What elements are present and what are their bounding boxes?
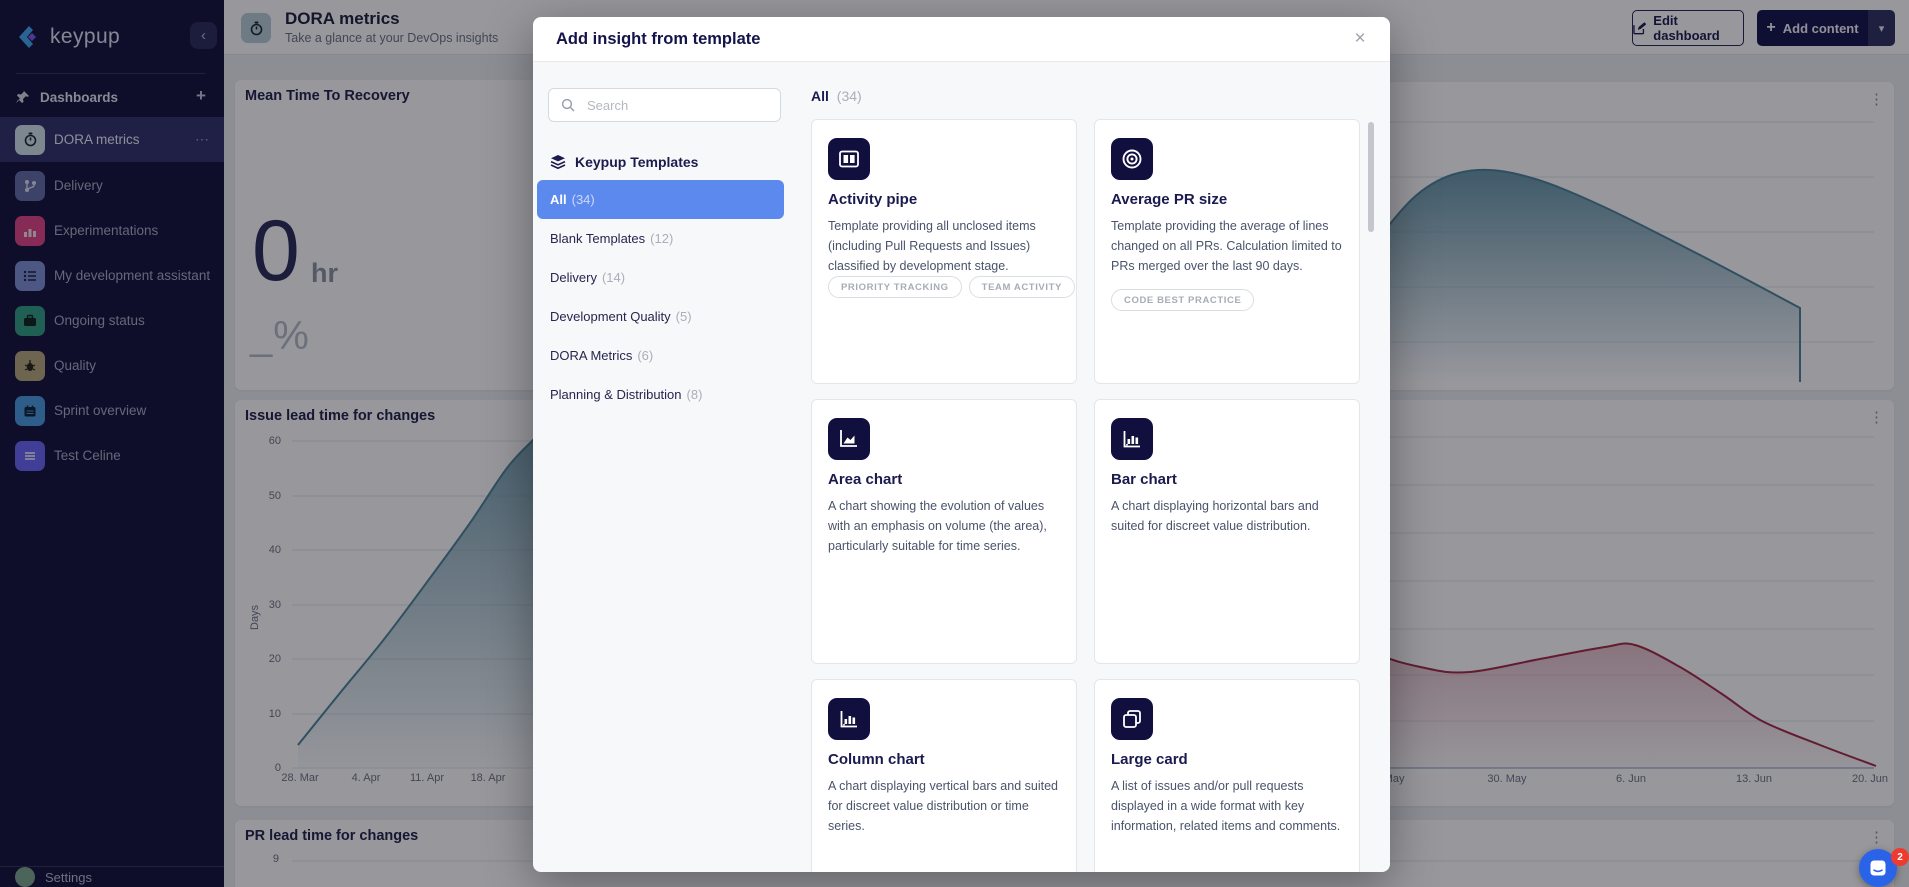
template-description: Template providing all unclosed items (i… — [828, 219, 1036, 273]
column-chart-icon — [828, 698, 870, 740]
category-label: Delivery — [550, 270, 597, 285]
template-card-bar-chart[interactable]: Bar chart A chart displaying horizontal … — [1094, 399, 1360, 664]
target-icon — [1111, 138, 1153, 180]
bar-chart-icon — [1111, 418, 1153, 460]
category-count: (34) — [571, 192, 595, 207]
chat-icon — [1870, 860, 1886, 876]
notification-badge: 2 — [1891, 848, 1909, 866]
category-count: (5) — [675, 309, 692, 324]
search-icon — [561, 98, 575, 112]
template-description: A list of issues and/or pull requests di… — [1111, 779, 1341, 833]
template-description: A chart displaying vertical bars and sui… — [828, 779, 1058, 833]
tag-pill: CODE BEST PRACTICE — [1111, 289, 1255, 311]
modal-header: Add insight from template × — [533, 17, 1390, 62]
area-chart-icon — [828, 418, 870, 460]
results-heading: All (34) — [811, 88, 862, 104]
template-title: Large card — [1111, 751, 1188, 768]
category-count: (8) — [686, 387, 703, 402]
template-description: Template providing the average of lines … — [1111, 219, 1342, 273]
category-label: DORA Metrics — [550, 348, 633, 363]
templates-section-label: Keypup Templates — [575, 154, 699, 170]
template-description: A chart showing the evolution of values … — [828, 499, 1047, 553]
template-grid: Activity pipe Template providing all unc… — [811, 119, 1360, 872]
results-heading-count: (34) — [836, 88, 862, 104]
category-delivery[interactable]: Delivery (14) — [537, 258, 784, 297]
template-title: Activity pipe — [828, 191, 918, 208]
columns-icon — [828, 138, 870, 180]
results-heading-label: All — [811, 88, 829, 104]
template-title: Average PR size — [1111, 191, 1228, 208]
category-planning-distribution[interactable]: Planning & Distribution (8) — [537, 375, 784, 414]
template-card-large-card[interactable]: Large card A list of issues and/or pull … — [1094, 679, 1360, 872]
template-description: A chart displaying horizontal bars and s… — [1111, 499, 1319, 533]
templates-section-header: Keypup Templates — [550, 154, 698, 170]
category-label: Blank Templates — [550, 231, 646, 246]
category-count: (14) — [601, 270, 626, 285]
template-title: Bar chart — [1111, 471, 1177, 488]
category-label: Planning & Distribution — [550, 387, 682, 402]
category-dora-metrics[interactable]: DORA Metrics (6) — [537, 336, 784, 375]
app-window: keypup ‹ Dashboards + DORA metrics ⋯ Del… — [0, 0, 1909, 887]
template-tags: PRIORITY TRACKING TEAM ACTIVITY — [828, 276, 1075, 298]
template-card-column-chart[interactable]: Column chart A chart displaying vertical… — [811, 679, 1077, 872]
search-input[interactable] — [585, 96, 755, 114]
modal-body: Keypup Templates All (34) Blank Template… — [533, 62, 1390, 872]
category-blank-templates[interactable]: Blank Templates (12) — [537, 219, 784, 258]
tag-pill: TEAM ACTIVITY — [968, 276, 1075, 298]
template-card-average-pr-size[interactable]: Average PR size Template providing the a… — [1094, 119, 1360, 384]
category-list: All (34) Blank Templates (12) Delivery (… — [537, 180, 784, 414]
close-icon[interactable]: × — [1348, 27, 1372, 51]
category-count: (12) — [650, 231, 674, 246]
template-search — [548, 88, 781, 122]
modal-scrollbar[interactable] — [1368, 122, 1374, 232]
category-development-quality[interactable]: Development Quality (5) — [537, 297, 784, 336]
layers-icon — [550, 155, 566, 170]
template-card-activity-pipe[interactable]: Activity pipe Template providing all unc… — [811, 119, 1077, 384]
template-title: Column chart — [828, 751, 925, 768]
template-tags: CODE BEST PRACTICE — [1111, 289, 1255, 311]
tag-pill: PRIORITY TRACKING — [828, 276, 962, 298]
template-card-area-chart[interactable]: Area chart A chart showing the evolution… — [811, 399, 1077, 664]
category-count: (6) — [637, 348, 654, 363]
copy-icon — [1111, 698, 1153, 740]
template-title: Area chart — [828, 471, 903, 488]
add-insight-modal: Add insight from template × Keypup Templ… — [533, 17, 1390, 872]
category-label: All — [550, 192, 567, 207]
category-all[interactable]: All (34) — [537, 180, 784, 219]
modal-title: Add insight from template — [556, 30, 761, 48]
category-label: Development Quality — [550, 309, 671, 324]
